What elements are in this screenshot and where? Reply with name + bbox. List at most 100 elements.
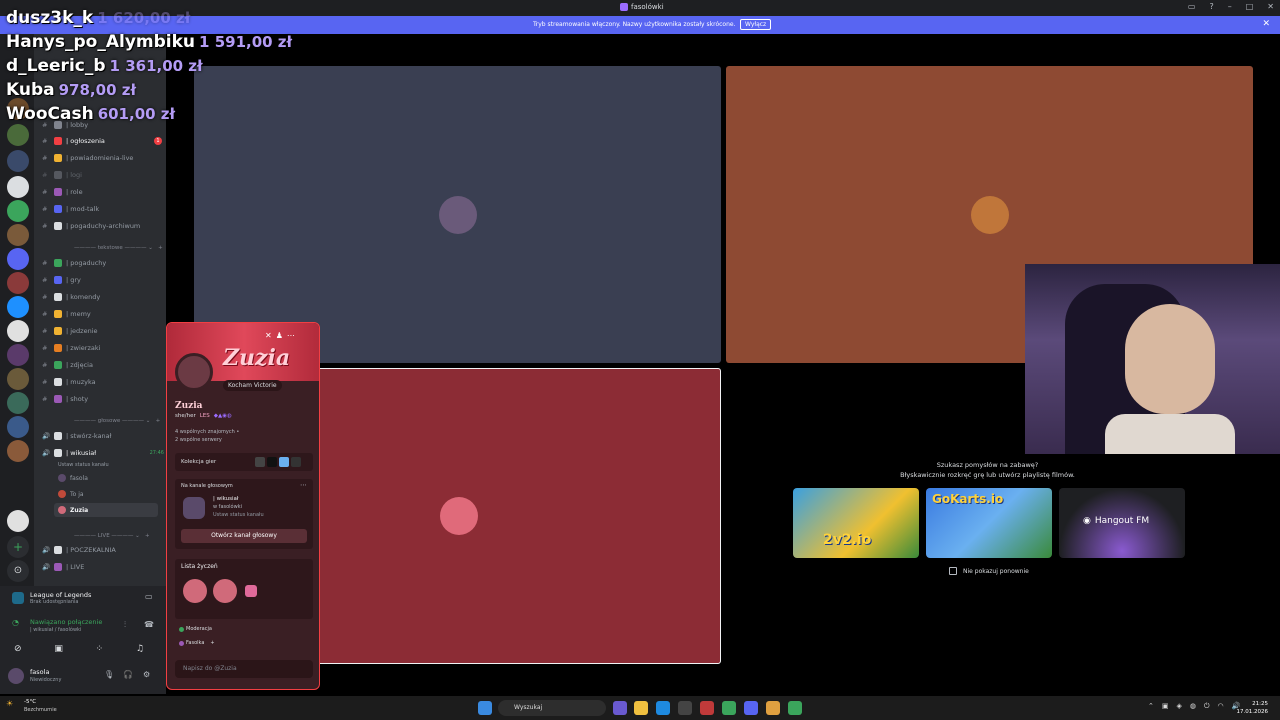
store-icon[interactable] (678, 701, 692, 715)
connection-channel[interactable]: | wikusiał / fasolówki (30, 627, 81, 633)
avatar[interactable] (8, 668, 24, 684)
channel-item[interactable]: # | memy (42, 307, 91, 321)
activity-card[interactable]: 2v2.io (793, 488, 919, 558)
server-icon[interactable] (7, 224, 29, 246)
mutual-servers[interactable]: 2 wspólne serwery (175, 437, 222, 443)
close-button[interactable]: ✕ (1267, 2, 1274, 11)
activity-card[interactable]: ◉ Hangout FM (1059, 488, 1185, 558)
wifi-icon[interactable]: ◠ (1218, 702, 1224, 711)
server-icon[interactable] (7, 392, 29, 414)
taskbar-search[interactable]: Wyszukaj (498, 700, 606, 716)
wishlist-item[interactable] (245, 585, 257, 597)
channel-item[interactable]: # | zwierzaki (42, 341, 100, 355)
channel-item[interactable]: # | shoty (42, 392, 88, 406)
voice-channel-item[interactable]: 🔊 | POCZEKALNIA (42, 543, 116, 557)
noise-suppression-icon[interactable]: ⫶ (124, 620, 126, 630)
category-header[interactable]: ———— tekstowe ———— ⌄ + (74, 245, 163, 251)
server-icon[interactable] (7, 368, 29, 390)
game-collection[interactable]: Kolekcja gier (175, 453, 313, 471)
wishlist-item[interactable] (183, 579, 207, 603)
edge-icon[interactable] (656, 701, 670, 715)
server-icon[interactable] (7, 320, 29, 342)
copilot-icon[interactable] (613, 701, 627, 715)
friend-icon[interactable]: ♟ (276, 331, 283, 340)
channel-item[interactable]: # | pogaduchy (42, 256, 106, 270)
maximize-button[interactable]: □ (1246, 2, 1254, 11)
connection-status[interactable]: Nawiązano połączenie (30, 618, 102, 626)
voice-member[interactable]: fasola (58, 471, 88, 485)
voice-channel-item[interactable]: 🔊 | LIVE (42, 560, 84, 574)
category-header[interactable]: ———— głosowe ———— ⌄ + (74, 418, 160, 424)
server-icon[interactable] (7, 416, 29, 438)
channel-item[interactable]: # | ogłoszenia 1 (42, 134, 162, 148)
server-icon[interactable] (7, 440, 29, 462)
server-icon[interactable] (7, 200, 29, 222)
opera-icon[interactable] (700, 701, 714, 715)
gear-icon[interactable]: ⚙ (143, 670, 150, 679)
inbox-icon[interactable]: ▭ (1188, 2, 1196, 11)
chevron-up-icon[interactable]: ⌃ (1148, 702, 1154, 711)
weather-temp[interactable]: -5°C (24, 699, 36, 705)
channel-item[interactable]: # | powiadomienia-live (42, 151, 133, 165)
more-icon[interactable]: ⋯ (287, 331, 295, 340)
microphone-icon[interactable]: 🎙 (104, 670, 114, 679)
server-icon[interactable] (7, 344, 29, 366)
checkbox[interactable] (949, 567, 957, 575)
discover-icon[interactable]: ⊙ (7, 560, 29, 582)
add-role-icon[interactable]: + (210, 640, 214, 646)
headphones-icon[interactable]: 🎧 (123, 670, 133, 679)
dont-show-again[interactable]: Nie pokazuj ponownie (949, 567, 1029, 575)
voice-member[interactable]: To ja (58, 487, 84, 501)
mutual-friends[interactable]: 4 wspólnych znajomych • (175, 429, 239, 435)
server-icon[interactable] (7, 272, 29, 294)
folder-icon[interactable] (634, 701, 648, 715)
weather-icon[interactable]: ☀ (6, 699, 13, 708)
open-voice-channel-button[interactable]: Otwórz kanał głosowy (181, 529, 307, 543)
disable-streamer-mode-button[interactable]: Wyłącz (740, 19, 772, 30)
app-icon[interactable] (766, 701, 780, 715)
voice-member[interactable]: Zuzia (54, 503, 158, 517)
start-icon[interactable] (478, 701, 492, 715)
screen-share-icon[interactable]: ▭ (145, 592, 153, 601)
screen-share-icon[interactable]: ▣ (54, 644, 63, 654)
role-chip[interactable]: Fasolka (179, 640, 204, 646)
server-icon[interactable] (7, 176, 29, 198)
tray-icon[interactable]: ◈ (1177, 702, 1182, 711)
minimize-button[interactable]: – (1228, 2, 1232, 11)
discord-icon[interactable] (744, 701, 758, 715)
message-input[interactable]: Napisz do @Zuzia (175, 660, 313, 678)
tray-icon[interactable]: ▣ (1162, 702, 1169, 711)
channel-item[interactable]: # | jedzenie (42, 324, 98, 338)
profile-avatar[interactable] (175, 353, 213, 391)
tray-icon[interactable]: ◍ (1190, 702, 1196, 711)
server-icon[interactable] (7, 248, 29, 270)
voice-channel-item[interactable]: 🔊 | stwórz-kanał (42, 429, 112, 443)
channel-item[interactable]: # | zdjęcia (42, 358, 93, 372)
activities-icon[interactable]: ⁘ (96, 644, 104, 654)
help-icon[interactable]: ? (1209, 2, 1213, 11)
camera-off-icon[interactable]: ⊘ (14, 644, 22, 654)
server-icon[interactable] (7, 510, 29, 532)
channel-item[interactable]: # | role (42, 185, 83, 199)
server-icon[interactable] (7, 296, 29, 318)
chrome-icon[interactable] (722, 701, 736, 715)
channel-item[interactable]: # | logi (42, 168, 82, 182)
notice-close-icon[interactable]: ✕ (1262, 19, 1270, 29)
clock[interactable]: 21:25 17.01.2026 (1237, 700, 1269, 716)
voice-status[interactable]: Ustaw status kanału (58, 458, 109, 472)
channel-item[interactable]: # | mod-talk (42, 202, 99, 216)
role-chip[interactable]: Moderacja (179, 626, 212, 632)
disconnect-icon[interactable]: ☎ (144, 620, 154, 629)
close-icon[interactable]: ✕ (265, 331, 272, 340)
username[interactable]: fasola (30, 668, 49, 676)
soundboard-icon[interactable]: ♫ (136, 644, 144, 654)
wishlist-item[interactable] (213, 579, 237, 603)
app-icon[interactable] (788, 701, 802, 715)
channel-item[interactable]: # | pogaduchy-archiwum (42, 219, 140, 233)
activity-card[interactable]: GoKarts.io (926, 488, 1052, 558)
tray-icon[interactable]: ⏻ (1204, 702, 1210, 711)
server-icon[interactable] (7, 150, 29, 172)
more-icon[interactable]: ⋯ (300, 481, 307, 489)
channel-item[interactable]: # | gry (42, 273, 81, 287)
channel-item[interactable]: # | muzyka (42, 375, 96, 389)
